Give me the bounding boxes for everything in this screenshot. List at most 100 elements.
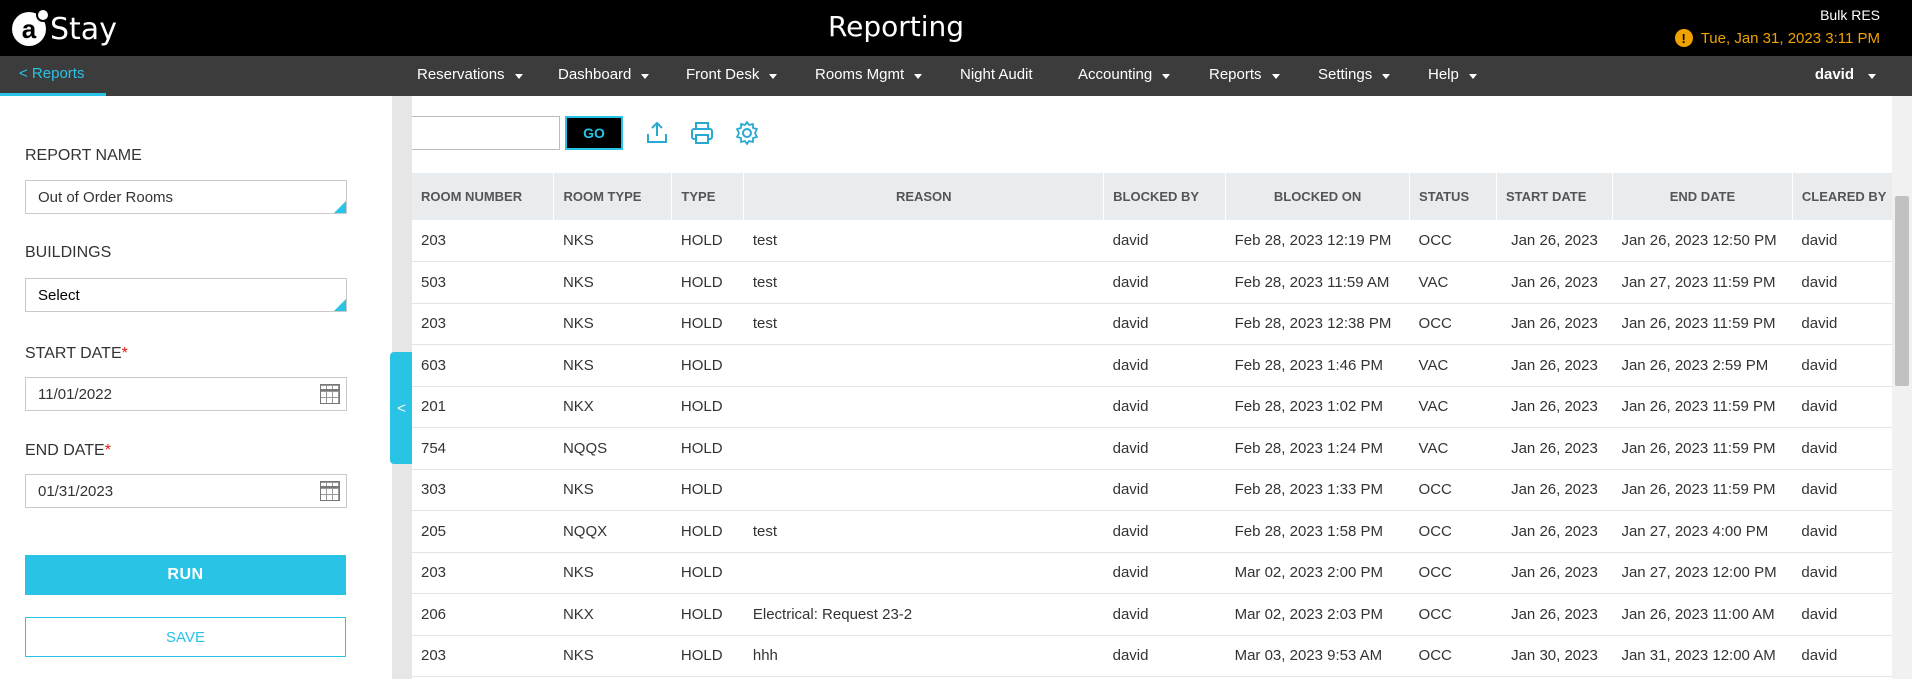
table-cell: Jan 26, 2023 [1496, 303, 1613, 345]
column-header[interactable]: REASON [743, 173, 1105, 220]
table-row[interactable]: 205 NQQX HOLD test david Feb 28, 2023 1:58 PM… [412, 510, 1892, 553]
chevron-down-icon [1162, 74, 1171, 79]
column-header[interactable]: STATUS [1409, 173, 1497, 220]
table-cell: 603 [412, 344, 554, 387]
table-cell: Jan 26, 2023 11:59 PM [1612, 427, 1793, 470]
table-cell: HOLD [671, 510, 744, 553]
print-icon[interactable] [689, 120, 715, 146]
gear-icon[interactable] [734, 120, 760, 146]
nav-reservations[interactable]: Reservations [417, 66, 523, 83]
table-cell: OCC [1409, 220, 1497, 262]
table-cell: david [1103, 386, 1226, 428]
table-row[interactable]: 603 NKS HOLD david Feb 28, 2023 1:46 PM VAC Ja… [412, 344, 1892, 387]
column-header[interactable]: ROOM TYPE [553, 173, 673, 220]
table-cell: HOLD [671, 427, 744, 470]
nav-item-label: Settings [1318, 66, 1373, 83]
table-cell: OCC [1409, 510, 1497, 553]
go-button[interactable]: GO [565, 116, 623, 150]
column-header[interactable]: BLOCKED BY [1103, 173, 1227, 220]
table-cell: david [1792, 510, 1892, 553]
chevron-down-icon [1468, 74, 1477, 79]
table-cell: Jan 27, 2023 4:00 PM [1612, 510, 1793, 553]
report-name-select[interactable]: Out of Order Rooms [25, 180, 347, 214]
column-header[interactable]: ROOM NUMBER [412, 173, 555, 220]
table-cell: Jan 26, 2023 2:59 PM [1612, 344, 1793, 387]
collapse-panel-button[interactable]: < [390, 352, 413, 464]
table-cell: HOLD [671, 635, 744, 677]
table-cell [743, 552, 1104, 594]
table-cell: Mar 02, 2023 2:03 PM [1225, 593, 1410, 636]
buildings-select[interactable]: Select [25, 278, 347, 312]
table-cell: Jan 26, 2023 11:00 AM [1612, 593, 1793, 636]
table-cell: Feb 28, 2023 12:38 PM [1225, 303, 1410, 345]
warning-icon[interactable]: ! [1674, 29, 1693, 47]
column-header[interactable]: TYPE [671, 173, 745, 220]
nav-accounting[interactable]: Accounting [1078, 66, 1171, 83]
nav-item-label: Dashboard [558, 66, 632, 83]
table-row[interactable]: 754 NQQS HOLD david Feb 28, 2023 1:24 PM VAC J… [412, 427, 1892, 470]
table-cell: Feb 28, 2023 1:58 PM [1225, 510, 1410, 553]
end-date-input[interactable]: 01/31/2023 [25, 474, 347, 508]
end-date-label-text: END DATE [25, 442, 105, 459]
table-cell: OCC [1409, 469, 1497, 511]
export-icon[interactable] [644, 120, 670, 146]
table-cell: test [743, 303, 1104, 345]
table-row[interactable]: 203 NKS HOLD test david Feb 28, 2023 12:38 PM… [412, 303, 1892, 345]
table-cell: david [1792, 427, 1892, 470]
nav-dashboard[interactable]: Dashboard [558, 66, 650, 83]
table-row[interactable]: 203 NKS HOLD hhh david Mar 03, 2023 9:53 AM OC… [412, 635, 1892, 677]
table-cell: HOLD [671, 220, 744, 262]
table-cell: david [1103, 303, 1226, 345]
table-cell: david [1103, 552, 1226, 594]
table-cell: 205 [412, 510, 554, 553]
nav-night-audit[interactable]: Night Audit [960, 66, 1033, 83]
save-button[interactable]: SAVE [25, 617, 346, 657]
table-cell: david [1792, 344, 1892, 387]
table-cell: NKS [553, 261, 672, 304]
top-header: a Stay Reporting Bulk RES ! Tue, Jan 31,… [0, 0, 1912, 56]
table-cell [743, 386, 1104, 428]
nav-rooms-mgmt[interactable]: Rooms Mgmt [815, 66, 923, 83]
table-row[interactable]: 203 NKS HOLD david Mar 02, 2023 2:00 PM OCC Ja… [412, 552, 1892, 594]
back-to-reports-link[interactable]: < Reports [0, 56, 106, 96]
calendar-icon[interactable] [320, 384, 340, 404]
table-cell: VAC [1409, 427, 1497, 470]
property-name[interactable]: Bulk RES [1820, 7, 1880, 23]
scrollbar[interactable] [1892, 96, 1912, 679]
nav-help[interactable]: Help [1428, 66, 1477, 83]
page-title: Reporting [827, 10, 965, 43]
table-cell: Jan 27, 2023 11:59 PM [1612, 261, 1793, 304]
nav-reports[interactable]: Reports [1209, 66, 1280, 83]
nav-front-desk[interactable]: Front Desk [686, 66, 778, 83]
table-cell: test [743, 510, 1104, 553]
column-header[interactable]: END DATE [1612, 173, 1793, 220]
run-button[interactable]: RUN [25, 555, 346, 595]
table-cell: OCC [1409, 552, 1497, 594]
table-cell: Jan 26, 2023 11:59 PM [1612, 303, 1793, 345]
column-header[interactable]: START DATE [1496, 173, 1613, 220]
user-menu[interactable]: david [1815, 66, 1876, 83]
table-header-row: ROOM NUMBER ROOM TYPE TYPE REASON BLOCKE… [412, 173, 1892, 220]
table-cell: Jan 26, 2023 [1496, 510, 1613, 553]
scrollbar-thumb[interactable] [1895, 196, 1909, 386]
table-cell: Feb 28, 2023 1:46 PM [1225, 344, 1410, 387]
table-cell: 203 [412, 635, 554, 677]
table-cell: Jan 26, 2023 [1496, 261, 1613, 304]
table-row[interactable]: 206 NKX HOLD Electrical: Request 23-2 david M… [412, 593, 1892, 636]
table-cell: hhh [743, 635, 1104, 677]
table-row[interactable]: 303 NKS HOLD david Feb 28, 2023 1:33 PM OCC Ja… [412, 469, 1892, 511]
start-date-input[interactable]: 11/01/2022 [25, 377, 347, 411]
column-header[interactable]: BLOCKED ON [1225, 173, 1411, 220]
calendar-icon[interactable] [320, 481, 340, 501]
search-input[interactable] [412, 116, 560, 150]
table-row[interactable]: 503 NKS HOLD test david Feb 28, 2023 11:59 AM… [412, 261, 1892, 304]
column-header[interactable]: CLEARED BY [1792, 173, 1892, 220]
table-cell: 203 [412, 303, 554, 345]
table-row[interactable]: 203 NKS HOLD test david Feb 28, 2023 12:19 PM… [412, 220, 1892, 262]
table-cell: OCC [1409, 593, 1497, 636]
buildings-label: BUILDINGS [25, 244, 112, 261]
table-row[interactable]: 201 NKX HOLD david Feb 28, 2023 1:02 PM VAC Ja… [412, 386, 1892, 428]
table-cell: Jan 26, 2023 12:50 PM [1612, 220, 1793, 262]
nav-settings[interactable]: Settings [1318, 66, 1391, 83]
dropdown-corner-icon [334, 299, 346, 311]
